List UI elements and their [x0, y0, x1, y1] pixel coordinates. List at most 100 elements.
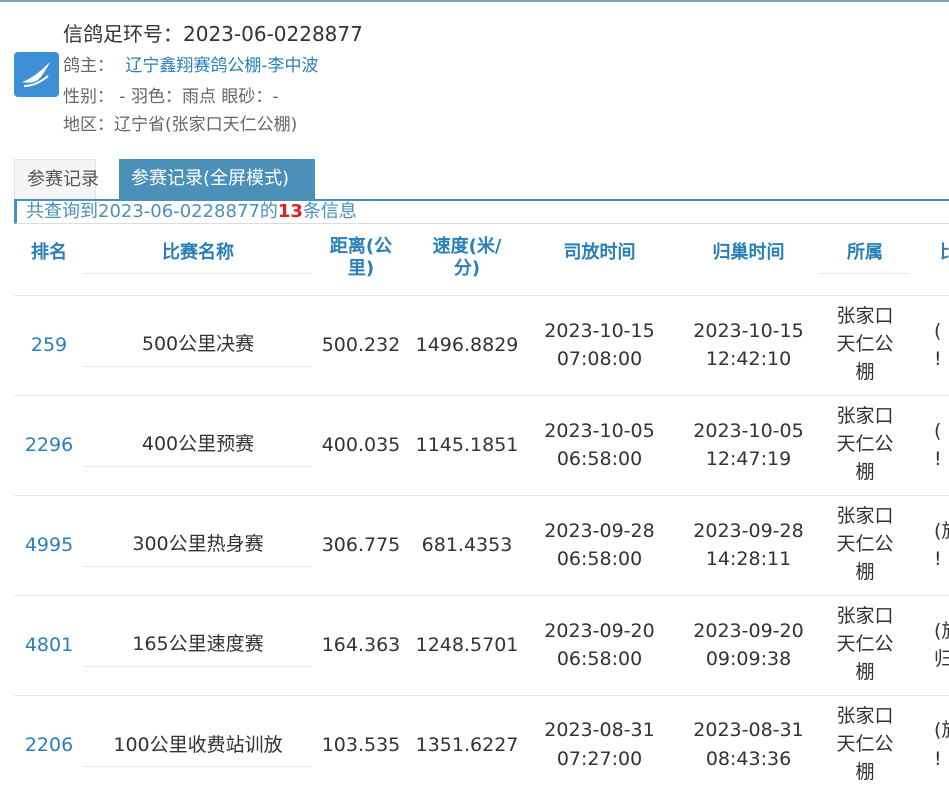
- distance: 400.035: [321, 434, 401, 456]
- region-line: 地区：辽宁省(张家口天仁公棚): [63, 110, 297, 135]
- release-time: 06:58:00: [556, 448, 643, 470]
- return-time: 14:28:11: [705, 548, 792, 570]
- clipped-cell-line1: (: [934, 420, 942, 442]
- attributes-line: 性别： - 羽色：雨点 眼砂：-: [63, 82, 279, 107]
- row-divider: [84, 566, 312, 567]
- return-date: 2023-08-31: [693, 719, 804, 741]
- return-time: 12:42:10: [705, 348, 792, 370]
- speed: 1248.5701: [415, 634, 519, 656]
- clipped-cell-line1: (旅: [934, 719, 949, 741]
- row-divider: [84, 666, 312, 667]
- affiliation-line1: 张家口: [836, 505, 894, 527]
- affiliation-line1: 张家口: [836, 305, 894, 327]
- row-divider: [84, 466, 312, 467]
- col-header-race-name: 比赛名称: [162, 242, 234, 263]
- race-name: 400公里预赛: [141, 433, 255, 455]
- affiliation-line2: 天仁公: [836, 733, 894, 755]
- speed: 1145.1851: [415, 434, 519, 456]
- col-header-clipped: 比: [940, 242, 949, 264]
- owner-line: 鸽主： 辽宁鑫翔赛鸽公棚-李中波: [63, 51, 319, 76]
- header-underline: [820, 273, 908, 274]
- affiliation-line1: 张家口: [836, 605, 894, 627]
- release-date: 2023-09-28: [544, 520, 655, 542]
- row-divider: [14, 495, 949, 496]
- return-time: 08:43:36: [705, 748, 792, 770]
- tab-race-records-fullscreen[interactable]: 参赛记录(全屏模式): [119, 159, 315, 199]
- clipped-cell-line2: !: [934, 548, 942, 570]
- distance: 306.775: [321, 534, 401, 556]
- row-divider: [84, 366, 312, 367]
- col-header-distance: 距离(公 里): [329, 236, 393, 279]
- affiliation-line3: 棚: [855, 361, 875, 383]
- row-divider: [14, 595, 949, 596]
- release-date: 2023-09-20: [544, 620, 655, 642]
- col-header-release-time: 司放时间: [563, 242, 636, 263]
- summary-suffix: 条信息: [302, 201, 357, 222]
- affiliation-line3: 棚: [855, 461, 875, 483]
- affiliation-line2: 天仁公: [836, 333, 894, 355]
- eye-value: -: [272, 87, 279, 107]
- feather-value: 雨点: [181, 87, 216, 107]
- rank-link[interactable]: 2206: [14, 731, 84, 759]
- clipped-cell-line2: !: [934, 348, 942, 370]
- distance: 103.535: [321, 734, 401, 756]
- clipped-cell-line2: 归: [934, 648, 949, 670]
- affiliation-line3: 棚: [855, 561, 875, 583]
- return-date: 2023-09-20: [693, 620, 804, 642]
- release-date: 2023-08-31: [544, 719, 655, 741]
- row-divider: [14, 295, 949, 296]
- speed: 681.4353: [421, 534, 513, 556]
- release-time: 06:58:00: [556, 648, 643, 670]
- rank-link[interactable]: 259: [14, 331, 84, 359]
- return-date: 2023-09-28: [693, 520, 804, 542]
- feather-label: 羽色：: [130, 87, 182, 107]
- clipped-cell-line1: (旅: [934, 620, 949, 642]
- release-time: 06:58:00: [556, 548, 643, 570]
- distance: 500.232: [321, 334, 401, 356]
- speed: 1351.6227: [415, 734, 519, 756]
- race-name: 165公里速度赛: [132, 633, 264, 655]
- top-border: [0, 0, 949, 2]
- clipped-cell-line2: !: [934, 448, 942, 470]
- col-header-affiliation: 所属: [847, 242, 883, 263]
- release-date: 2023-10-15: [544, 320, 655, 342]
- return-time: 12:47:19: [705, 448, 792, 470]
- clipped-cell-line2: !: [934, 748, 942, 770]
- affiliation-line2: 天仁公: [836, 433, 894, 455]
- result-summary: 共查询到2023-06-0228877的13条信息: [14, 200, 949, 224]
- pigeon-logo-icon: [14, 52, 59, 97]
- gender-label: 性别：: [63, 87, 114, 107]
- tab-race-records[interactable]: 参赛记录: [14, 159, 99, 199]
- col-header-return-time: 归巢时间: [712, 242, 785, 263]
- rank-link[interactable]: 2296: [14, 431, 84, 459]
- owner-link[interactable]: 辽宁鑫翔赛鸽公棚-李中波: [125, 56, 318, 76]
- summary-prefix: 共查询到2023-06-0228877的: [26, 201, 278, 222]
- ring-label: 信鸽足环号：: [63, 22, 183, 46]
- rank-link[interactable]: 4995: [14, 531, 84, 559]
- region-label: 地区：: [63, 115, 114, 135]
- clipped-cell-line1: (: [934, 320, 942, 342]
- distance: 164.363: [321, 634, 401, 656]
- affiliation-line2: 天仁公: [836, 633, 894, 655]
- affiliation-line3: 棚: [855, 761, 875, 783]
- affiliation-line1: 张家口: [836, 405, 894, 427]
- col-header-speed: 速度(米/ 分): [432, 236, 502, 279]
- region-value: 辽宁省(张家口天仁公棚): [114, 115, 298, 135]
- row-divider: [14, 395, 949, 396]
- release-time: 07:08:00: [556, 348, 643, 370]
- ring-number-title: 信鸽足环号：2023-06-0228877: [63, 18, 363, 47]
- rank-link[interactable]: 4801: [14, 631, 84, 659]
- gender-value: -: [119, 87, 126, 107]
- release-time: 07:27:00: [556, 748, 643, 770]
- eye-label: 眼砂：: [221, 87, 273, 107]
- affiliation-line2: 天仁公: [836, 533, 894, 555]
- row-divider: [14, 695, 949, 696]
- affiliation-line1: 张家口: [836, 705, 894, 727]
- return-time: 09:09:38: [705, 648, 792, 670]
- header-underline: [84, 273, 312, 274]
- race-name: 100公里收费站训放: [113, 734, 283, 756]
- ring-number: 2023-06-0228877: [183, 22, 363, 46]
- clipped-cell-line1: (旅: [934, 520, 949, 542]
- race-name: 300公里热身赛: [132, 533, 264, 555]
- return-date: 2023-10-15: [693, 320, 804, 342]
